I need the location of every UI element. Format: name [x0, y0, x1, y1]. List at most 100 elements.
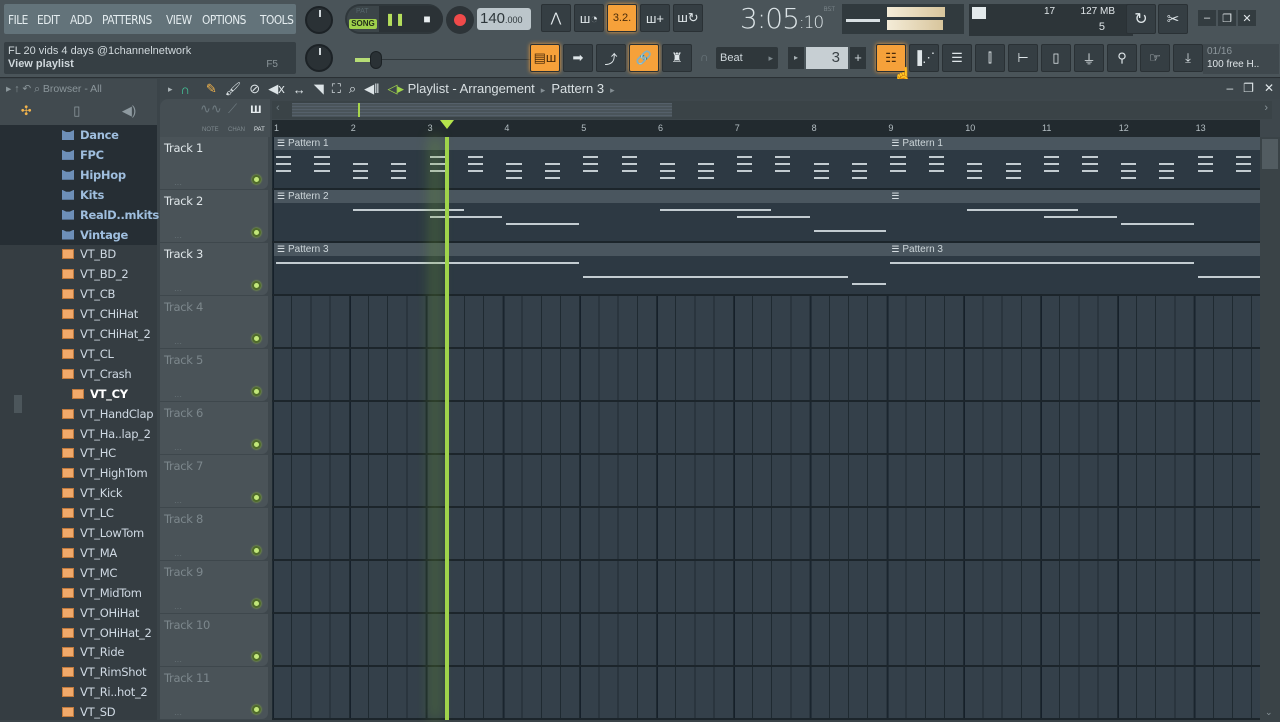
browser-speaker-icon[interactable]: ◀)	[122, 103, 136, 119]
playhead-marker[interactable]	[439, 120, 454, 129]
track-lane[interactable]: Pattern 3Pattern 3	[272, 243, 1280, 296]
browser-item-kits[interactable]: Kits	[0, 184, 157, 205]
browser-item-vt-hc[interactable]: VT_HC	[0, 443, 157, 463]
browser-item-vt-cy[interactable]: VT_CY	[0, 384, 157, 404]
pattern-clip[interactable]: Pattern 1	[888, 137, 1280, 188]
track-options-icon[interactable]: ···	[174, 604, 182, 613]
play-pause-button[interactable]: ❚❚	[379, 6, 411, 32]
main-pitch-slider[interactable]	[355, 51, 535, 69]
track-header[interactable]: Track 1 ···	[160, 137, 268, 189]
maximize-button[interactable]: ❐	[1218, 10, 1236, 26]
browser-item-reald-mkits[interactable]: RealD..mkits	[0, 204, 159, 225]
browser-item-fpc[interactable]: FPC	[0, 144, 157, 165]
track-options-icon[interactable]: ···	[174, 445, 182, 454]
browser-item-vt-ohihat-2[interactable]: VT_OHiHat_2	[0, 623, 157, 643]
typing-keyboard-button[interactable]: ▤ш	[530, 44, 560, 72]
browser-menu-arrow-icon[interactable]: ▸	[6, 83, 11, 95]
clip-header[interactable]	[888, 190, 1280, 203]
browser-files-icon[interactable]: ▯	[73, 103, 80, 119]
undo-history-button[interactable]: ↻	[1126, 4, 1156, 34]
master-volume-knob[interactable]	[305, 6, 333, 34]
track-lane[interactable]: Pattern 1Pattern 1	[272, 137, 1280, 190]
track-header[interactable]: Track 5 ···	[160, 349, 268, 401]
playback-tool-icon[interactable]: ◀‖	[364, 81, 379, 97]
scroll-right-icon[interactable]: ›	[1264, 102, 1268, 114]
track-lane[interactable]	[272, 296, 1260, 349]
pat-song-toggle[interactable]: PAT SONG	[347, 6, 379, 32]
track-options-icon[interactable]: ···	[174, 551, 182, 560]
track-options-icon[interactable]: ···	[174, 498, 182, 507]
mixer-button[interactable]: ⫿	[975, 44, 1005, 72]
clip-header[interactable]: Pattern 1	[888, 137, 1280, 150]
track-enable-led[interactable]	[252, 387, 261, 396]
track-lane[interactable]	[272, 614, 1260, 667]
wait-for-input-button[interactable]: ш◔	[574, 4, 604, 32]
scroll-left-icon[interactable]: ‹	[276, 102, 280, 114]
song-position-display[interactable]: 3:05:10 B:S:T	[740, 2, 840, 38]
tempo-field[interactable]: 140.000	[477, 8, 531, 30]
track-header[interactable]: Track 2 ···	[160, 190, 268, 242]
slice-tool-icon[interactable]: ◥	[314, 81, 324, 97]
menu-options[interactable]: OPTIONS	[202, 12, 246, 27]
pattern-clip[interactable]: Pattern 3	[274, 243, 889, 294]
track-header[interactable]: Track 8 ···	[160, 508, 268, 560]
pattern-clip[interactable]: Pattern 1	[274, 137, 889, 188]
mute-tool-icon[interactable]: ◀x	[268, 81, 285, 97]
minimize-button[interactable]: –	[1198, 10, 1216, 26]
browser-item-vt-hightom[interactable]: VT_HighTom	[0, 463, 157, 483]
plugin-picker-button[interactable]: ⚲	[1107, 44, 1137, 72]
track-header[interactable]: Track 11 ···	[160, 667, 268, 719]
midi-hat-button[interactable]: ♜	[662, 44, 692, 72]
browser-item-vt-lc[interactable]: VT_LC	[0, 503, 157, 523]
menu-view[interactable]: VIEW	[166, 12, 192, 27]
track-options-icon[interactable]: ···	[174, 657, 182, 666]
magnet-snap-icon[interactable]: ∩	[181, 82, 190, 97]
track-enable-led[interactable]	[252, 175, 261, 184]
browser-item-vt-ma[interactable]: VT_MA	[0, 543, 157, 563]
browser-item-vt-ride[interactable]: VT_Ride	[0, 642, 157, 662]
pattern-prev-button[interactable]: ▸	[788, 47, 804, 69]
track-options-icon[interactable]: ···	[174, 233, 182, 242]
browser-item-vt-bd-2[interactable]: VT_BD_2	[0, 264, 157, 284]
browser-back-icon[interactable]: ↶	[22, 83, 31, 95]
countdown-button[interactable]: 3.2.	[607, 4, 637, 32]
pattern-clip[interactable]: Pattern 3	[888, 243, 1280, 294]
browser-item-vt-midtom[interactable]: VT_MidTom	[0, 583, 157, 603]
track-enable-led[interactable]	[252, 440, 261, 449]
track-options-icon[interactable]: ···	[174, 180, 182, 189]
browser-up-icon[interactable]: ↑	[14, 83, 19, 95]
browser-item-vt-cl[interactable]: VT_CL	[0, 344, 157, 364]
zoom-tool-icon[interactable]: ⌕	[349, 81, 356, 97]
multilink-button[interactable]: 🔗	[629, 44, 659, 72]
note-label[interactable]: NOTE	[202, 127, 219, 133]
track-lane[interactable]	[272, 508, 1260, 561]
track-enable-led[interactable]	[252, 228, 261, 237]
browser-item-vt-chihat[interactable]: VT_CHiHat	[0, 304, 157, 324]
browser-item-vt-kick[interactable]: VT_Kick	[0, 483, 157, 503]
pattern-number[interactable]: 3	[806, 47, 848, 69]
browser-search-icon[interactable]: ⌕	[34, 83, 40, 95]
panic-button[interactable]: ✂	[1158, 4, 1188, 34]
channel-rack-button[interactable]: ☰	[942, 44, 972, 72]
track-options-icon[interactable]: ···	[174, 710, 182, 719]
playlist-menu-icon[interactable]: ▸	[168, 84, 173, 95]
menu-patterns[interactable]: PATTERNS	[102, 12, 152, 27]
piano-roll-button[interactable]: ▐⋰	[909, 44, 939, 72]
step-edit-mode-button[interactable]: ➡	[563, 44, 593, 72]
pattern-icon[interactable]: ш	[250, 100, 262, 116]
slip-tool-icon[interactable]: ↔	[293, 82, 306, 97]
pattern-clip[interactable]: Pattern 2	[274, 190, 889, 241]
track-lane[interactable]	[272, 402, 1260, 455]
track-lane[interactable]: Pattern 2	[272, 190, 1280, 243]
download-button[interactable]: ⤓	[1173, 44, 1203, 72]
slider-thumb[interactable]	[370, 51, 382, 69]
step-edit-button[interactable]: ш+	[640, 4, 670, 32]
browser-item-vt-bd[interactable]: VT_BD	[0, 244, 157, 264]
playlist-restore-icon[interactable]: ❐	[1243, 81, 1254, 95]
touch-controller-button[interactable]: ☞	[1140, 44, 1170, 72]
track-options-icon[interactable]: ···	[174, 392, 182, 401]
news-panel[interactable]: 01/16 100 free H..	[1203, 44, 1279, 74]
track-enable-led[interactable]	[252, 705, 261, 714]
browser-item-hiphop[interactable]: HipHop	[0, 164, 157, 185]
scroll-down-icon[interactable]: ⌄	[1265, 707, 1273, 718]
